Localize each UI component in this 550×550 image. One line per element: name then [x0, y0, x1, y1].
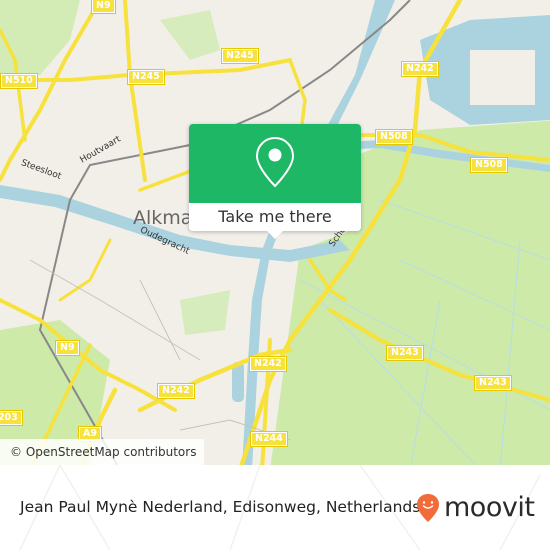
- park-south: [180, 290, 230, 335]
- moovit-wordmark: moovit: [444, 492, 535, 523]
- park-fort: [160, 10, 220, 60]
- location-popup: Take me there: [189, 124, 361, 239]
- road-shield-n242: N242: [401, 61, 439, 77]
- road-shield-n244: N244: [250, 431, 288, 447]
- road-shield-n242: N242: [157, 383, 195, 399]
- road-shield-n243: N243: [474, 375, 512, 391]
- moovit-logo[interactable]: moovit: [416, 492, 535, 523]
- road-shield-n203: N203: [0, 410, 23, 426]
- road-shield-n508: N508: [470, 157, 508, 173]
- road-shield-n9: N9: [55, 340, 80, 356]
- map-attribution[interactable]: © OpenStreetMap contributors: [0, 439, 205, 465]
- location-title: Jean Paul Mynè Nederland, Edisonweg, Net…: [20, 498, 421, 516]
- road-shield-n508: N508: [375, 129, 413, 145]
- take-me-there-button[interactable]: Take me there: [189, 203, 361, 231]
- popup-pointer: [267, 231, 283, 239]
- road-shield-n245: N245: [127, 69, 165, 85]
- map[interactable]: N9 N510 N245 N245 N242 N508 N508 N9 N242…: [0, 0, 550, 465]
- road-shield-n510: N510: [0, 73, 38, 89]
- farmland-northwest: [0, 0, 80, 80]
- location-pin-icon: [255, 136, 295, 188]
- road-shield-n242: N242: [249, 356, 287, 372]
- road-shield-n243: N243: [386, 345, 424, 361]
- road-shield-n245: N245: [221, 48, 259, 64]
- road-shield-n9: N9: [91, 0, 116, 14]
- moovit-pin-icon: [417, 494, 439, 522]
- popup-header: [189, 124, 361, 203]
- footer: Jean Paul Mynè Nederland, Edisonweg, Net…: [0, 465, 550, 550]
- harbor-district: [470, 50, 535, 105]
